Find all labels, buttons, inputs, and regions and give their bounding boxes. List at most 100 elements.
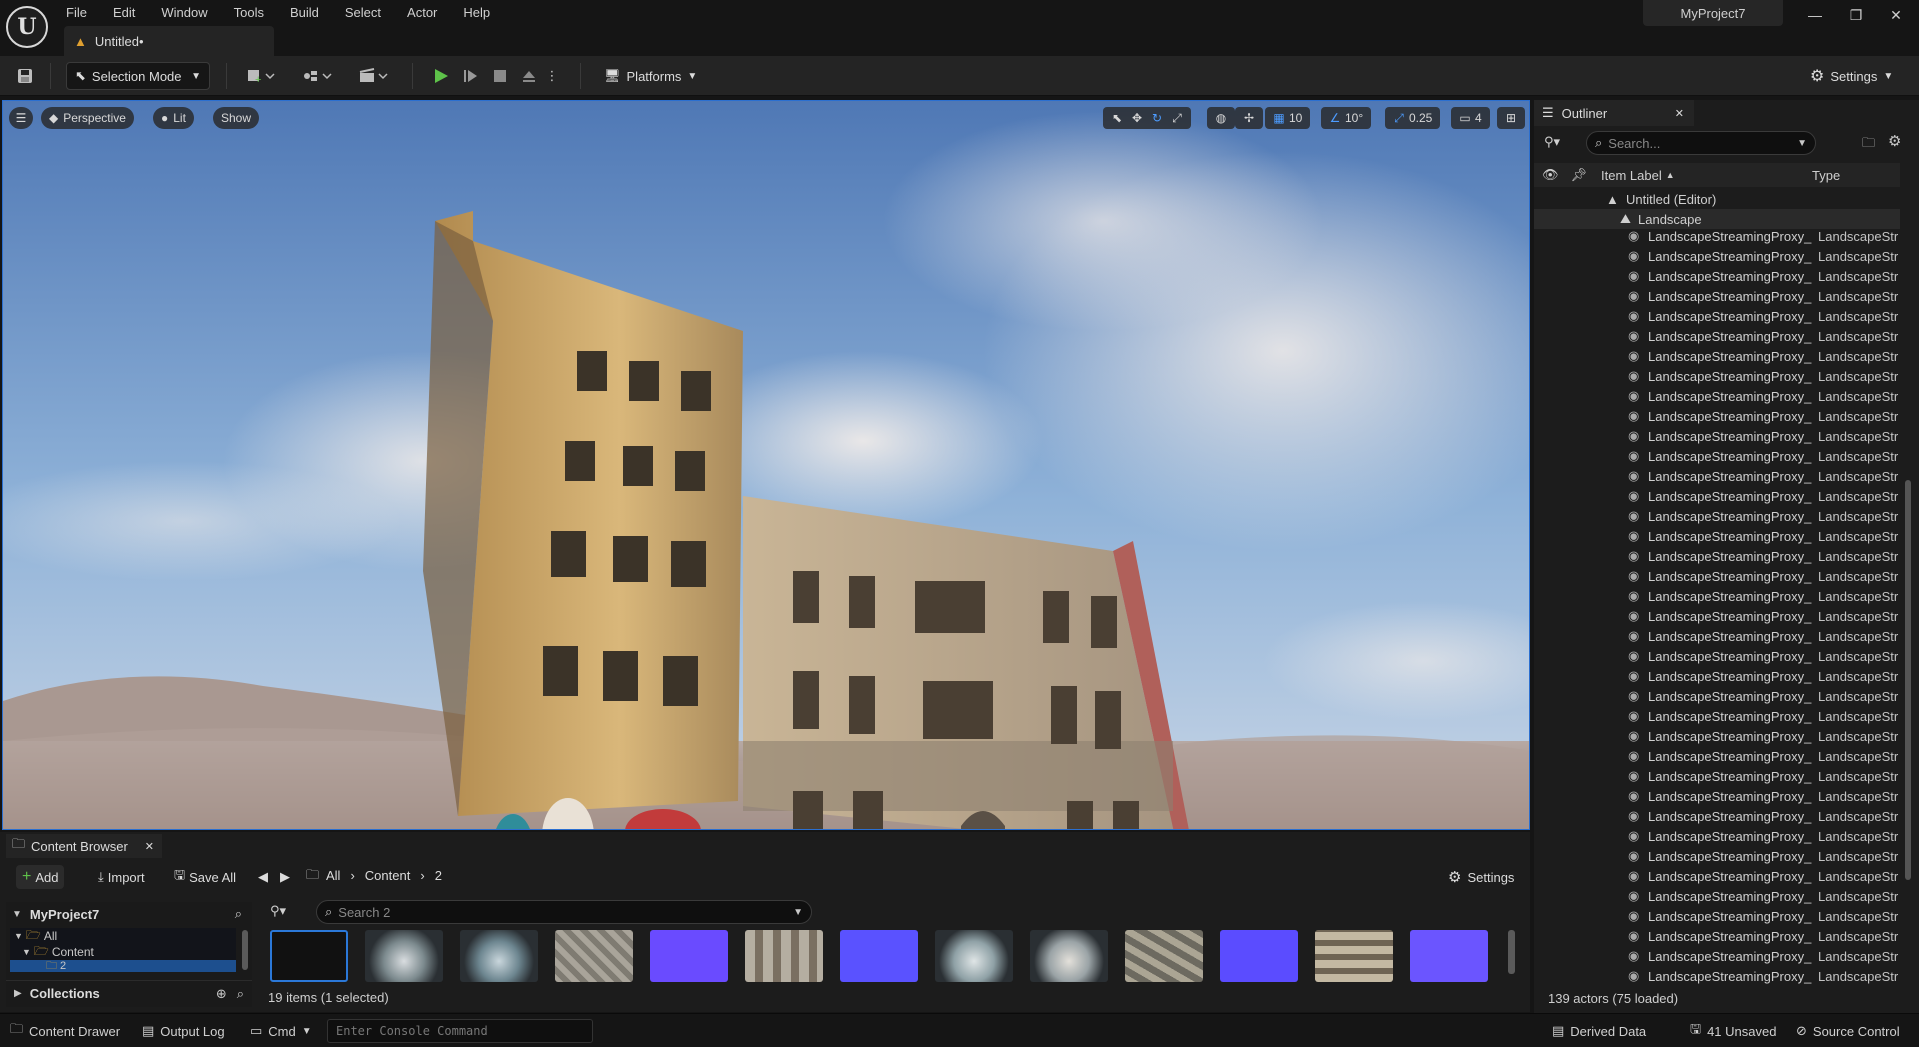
menu-window[interactable]: Window xyxy=(153,2,215,20)
cinematics-icon[interactable] xyxy=(352,62,394,90)
outliner-scroll-thumb[interactable] xyxy=(1905,480,1911,880)
outliner-row-proxy[interactable]: ◉ LandscapeStreamingProxy_ LandscapeStr xyxy=(1534,646,1900,666)
select-tool-icon[interactable]: ⬉ xyxy=(1107,111,1127,125)
content-search-input[interactable]: ⌕ Search 2 ▼ xyxy=(316,900,812,924)
outliner-row-proxy[interactable]: ◉ LandscapeStreamingProxy_ LandscapeStr xyxy=(1534,246,1900,266)
close-window-icon[interactable]: ✕ xyxy=(1876,0,1916,30)
outliner-row-proxy[interactable]: ◉ LandscapeStreamingProxy_ LandscapeStr xyxy=(1534,706,1900,726)
settings-dropdown[interactable]: ⚙ Settings ▼ xyxy=(1810,62,1893,90)
menu-file[interactable]: File xyxy=(58,2,95,20)
back-icon[interactable]: ◀ xyxy=(252,865,274,889)
tree-item-content[interactable]: ▼ 🗁 Content xyxy=(10,944,236,960)
unreal-logo-icon[interactable]: U xyxy=(6,6,48,48)
outliner-row-proxy[interactable]: ◉ LandscapeStreamingProxy_ LandscapeStr xyxy=(1534,566,1900,586)
eject-icon[interactable] xyxy=(516,62,542,90)
perspective-button[interactable]: ◆ Perspective xyxy=(41,107,134,129)
item-label-column[interactable]: Item Label xyxy=(1601,168,1662,183)
grid-snap[interactable]: ▦ 10 xyxy=(1265,107,1311,129)
surface-snap-toggle[interactable]: ✢ xyxy=(1235,107,1263,129)
type-column[interactable]: Type xyxy=(1812,168,1840,183)
asset-thumbnail[interactable] xyxy=(555,930,633,982)
filter-icon[interactable]: ⚲▾ xyxy=(270,903,286,919)
asset-thumbnail[interactable] xyxy=(365,930,443,982)
asset-thumbnail[interactable] xyxy=(460,930,538,982)
outliner-row-proxy[interactable]: ◉ LandscapeStreamingProxy_ LandscapeStr xyxy=(1534,346,1900,366)
outliner-row-proxy[interactable]: ◉ LandscapeStreamingProxy_ LandscapeStr xyxy=(1534,466,1900,486)
outliner-row-proxy[interactable]: ◉ LandscapeStreamingProxy_ LandscapeStr xyxy=(1534,286,1900,306)
breadcrumb-content[interactable]: Content xyxy=(365,868,411,883)
outliner-search-input[interactable]: ⌕ Search... ▼ xyxy=(1586,131,1816,155)
breadcrumb-all[interactable]: All xyxy=(326,868,340,883)
outliner-row-proxy[interactable]: ◉ LandscapeStreamingProxy_ LandscapeStr xyxy=(1534,826,1900,846)
restore-icon[interactable]: ❐ xyxy=(1836,0,1876,30)
save-icon[interactable] xyxy=(12,62,38,90)
asset-thumbnail[interactable] xyxy=(745,930,823,982)
outliner-row-proxy[interactable]: ◉ LandscapeStreamingProxy_ LandscapeStr xyxy=(1534,666,1900,686)
asset-thumbnail[interactable] xyxy=(840,930,918,982)
add-button[interactable]: + Add xyxy=(16,865,65,889)
viewport-layout-icon[interactable]: ⊞ xyxy=(1497,107,1525,129)
menu-build[interactable]: Build xyxy=(282,2,327,20)
outliner-row-proxy[interactable]: ◉ LandscapeStreamingProxy_ LandscapeStr xyxy=(1534,966,1900,986)
forward-icon[interactable]: ▶ xyxy=(274,865,296,889)
stop-icon[interactable] xyxy=(487,62,513,90)
outliner-row-proxy[interactable]: ◉ LandscapeStreamingProxy_ LandscapeStr xyxy=(1534,546,1900,566)
outliner-row-proxy[interactable]: ◉ LandscapeStreamingProxy_ LandscapeStr xyxy=(1534,626,1900,646)
viewport-menu-icon[interactable]: ☰ xyxy=(9,107,33,129)
outliner-row-proxy[interactable]: ◉ LandscapeStreamingProxy_ LandscapeStr xyxy=(1534,926,1900,946)
outliner-row-proxy[interactable]: ◉ LandscapeStreamingProxy_ LandscapeStr xyxy=(1534,886,1900,906)
rotate-tool-icon[interactable]: ↻ xyxy=(1147,111,1167,125)
play-icon[interactable] xyxy=(428,62,454,90)
advance-frame-icon[interactable] xyxy=(458,62,484,90)
asset-thumbnail[interactable] xyxy=(1315,930,1393,982)
outliner-row-proxy[interactable]: ◉ LandscapeStreamingProxy_ LandscapeStr xyxy=(1534,726,1900,746)
translate-tool-icon[interactable]: ✥ xyxy=(1127,111,1147,125)
world-local-toggle[interactable]: ◍ xyxy=(1207,107,1235,129)
output-log-button[interactable]: ▤ Output Log xyxy=(142,1020,225,1042)
filter-icon[interactable]: ⚲▾ xyxy=(1544,134,1560,150)
menu-edit[interactable]: Edit xyxy=(105,2,143,20)
outliner-row-proxy[interactable]: ◉ LandscapeStreamingProxy_ LandscapeStr xyxy=(1534,386,1900,406)
platforms-dropdown[interactable]: 🖥︎ Platforms ▼ xyxy=(596,62,705,90)
content-drawer-button[interactable]: 🗀 Content Drawer xyxy=(10,1020,120,1042)
add-collection-icon[interactable]: ⊕ xyxy=(216,986,227,1002)
source-control-button[interactable]: ⊘ Source Control xyxy=(1796,1020,1900,1042)
outliner-row-proxy[interactable]: ◉ LandscapeStreamingProxy_ LandscapeStr xyxy=(1534,486,1900,506)
blueprint-icon[interactable] xyxy=(296,62,338,90)
eye-icon[interactable]: 👁︎ xyxy=(1542,167,1559,183)
menu-select[interactable]: Select xyxy=(337,2,389,20)
level-viewport[interactable]: ☰ ◆ Perspective ● Lit Show ⬉ ✥ ↻ ⤢ ◍ ✢ ▦… xyxy=(2,100,1530,830)
play-options-icon[interactable]: ⋮ xyxy=(544,62,560,90)
close-icon[interactable]: ✕ xyxy=(145,840,154,853)
lit-button[interactable]: ● Lit xyxy=(153,107,194,129)
scale-tool-icon[interactable]: ⤢ xyxy=(1167,111,1187,126)
search-icon[interactable]: ⌕ xyxy=(237,986,244,1002)
level-tab[interactable]: ▲ Untitled• xyxy=(64,26,274,56)
asset-grid-scrollbar[interactable] xyxy=(1508,930,1515,974)
project-header[interactable]: ▼ MyProject7 ⌕ xyxy=(6,902,252,926)
outliner-row-proxy[interactable]: ◉ LandscapeStreamingProxy_ LandscapeStr xyxy=(1534,426,1900,446)
scale-snap[interactable]: ⤢ 0.25 xyxy=(1385,107,1441,129)
rotation-snap[interactable]: ∠ 10° xyxy=(1321,107,1372,129)
derived-data-button[interactable]: ▤ Derived Data xyxy=(1552,1020,1646,1042)
outliner-row-proxy[interactable]: ◉ LandscapeStreamingProxy_ LandscapeStr xyxy=(1534,906,1900,926)
outliner-row-proxy[interactable]: ◉ LandscapeStreamingProxy_ LandscapeStr xyxy=(1534,226,1900,246)
console-command-input[interactable]: Enter Console Command xyxy=(327,1019,593,1043)
menu-actor[interactable]: Actor xyxy=(399,2,445,20)
outliner-row-proxy[interactable]: ◉ LandscapeStreamingProxy_ LandscapeStr xyxy=(1534,306,1900,326)
outliner-tab[interactable]: ☰ Outliner ✕ xyxy=(1534,100,1694,126)
close-icon[interactable]: ✕ xyxy=(1675,107,1684,120)
save-all-button[interactable]: 🖫 Save All xyxy=(168,865,242,889)
minimize-icon[interactable]: — xyxy=(1795,0,1835,30)
outliner-row-proxy[interactable]: ◉ LandscapeStreamingProxy_ LandscapeStr xyxy=(1534,446,1900,466)
outliner-row-proxy[interactable]: ◉ LandscapeStreamingProxy_ LandscapeStr xyxy=(1534,586,1900,606)
asset-thumbnail[interactable] xyxy=(1125,930,1203,982)
selection-mode-dropdown[interactable]: ⬉ Selection Mode ▼ xyxy=(66,62,210,90)
outliner-row-proxy[interactable]: ◉ LandscapeStreamingProxy_ LandscapeStr xyxy=(1534,846,1900,866)
outliner-row-proxy[interactable]: ◉ LandscapeStreamingProxy_ LandscapeStr xyxy=(1534,366,1900,386)
outliner-row-proxy[interactable]: ◉ LandscapeStreamingProxy_ LandscapeStr xyxy=(1534,746,1900,766)
outliner-row-proxy[interactable]: ◉ LandscapeStreamingProxy_ LandscapeStr xyxy=(1534,266,1900,286)
asset-thumbnail[interactable] xyxy=(650,930,728,982)
breadcrumb-2[interactable]: 2 xyxy=(435,868,442,883)
tree-scrollbar[interactable] xyxy=(242,930,248,970)
